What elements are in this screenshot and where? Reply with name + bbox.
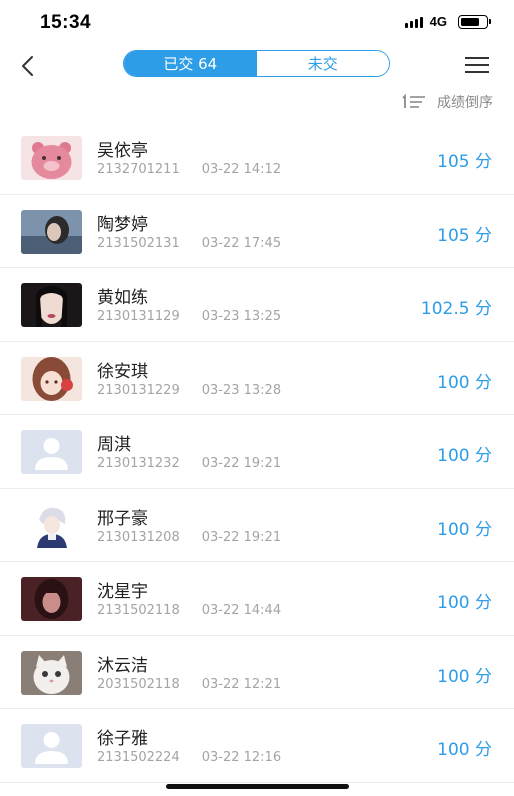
student-row[interactable]: 邢子豪 2130131208 03-22 19:21 100 分 [0, 489, 514, 562]
tab-not-submitted[interactable]: 未交 [256, 51, 389, 76]
submit-time: 03-22 17:45 [201, 235, 282, 251]
student-row[interactable]: 沈星宇 2131502118 03-22 14:44 100 分 [0, 562, 514, 636]
student-name: 黄如练 [97, 288, 148, 308]
student-score: 100 分 [437, 446, 492, 466]
student-name: 吴依亭 [97, 141, 148, 161]
student-list: 吴依亭 2132701211 03-22 14:12 105 分 陶梦婷 2131… [0, 121, 514, 783]
avatar [21, 283, 82, 327]
student-meta: 2031502118 03-22 12:21 [97, 677, 281, 692]
student-name: 陶梦婷 [97, 214, 148, 235]
student-id: 2130131129 [97, 309, 180, 324]
student-row[interactable]: 沐云洁 2031502118 03-22 12:21 100 分 [0, 636, 514, 709]
student-row[interactable]: 周淇 2130131232 03-22 19:21 100 分 [0, 415, 514, 489]
avatar [21, 650, 82, 695]
sort-label: 成绩倒序 [437, 95, 493, 111]
submit-time: 03-22 19:21 [201, 529, 282, 545]
avatar [21, 503, 82, 548]
student-name: 沈星宇 [97, 582, 148, 602]
student-meta: 2131502131 03-22 17:45 [97, 236, 281, 251]
network-type: 4G [429, 14, 447, 29]
student-score: 100 分 [437, 593, 492, 613]
hamburger-menu-icon[interactable] [462, 54, 492, 76]
student-id: 2031502118 [97, 676, 180, 692]
submit-time: 03-22 14:44 [201, 603, 282, 618]
student-id: 2130131232 [97, 456, 180, 471]
student-id: 2132701211 [97, 162, 180, 177]
submit-time: 03-22 12:21 [201, 676, 282, 692]
status-indicators: 4G [404, 14, 491, 29]
submission-tabs: 已交 64 未交 [123, 50, 390, 77]
student-score: 100 分 [437, 519, 492, 540]
student-id: 2131502224 [97, 750, 180, 765]
nav-bar: 已交 64 未交 [0, 46, 514, 86]
student-row[interactable]: 吴依亭 2132701211 03-22 14:12 105 分 [0, 121, 514, 195]
status-time: 15:34 [40, 12, 92, 33]
student-meta: 2130131208 03-22 19:21 [97, 530, 281, 545]
avatar [21, 724, 82, 768]
battery-level [461, 17, 480, 26]
sort-control[interactable]: 成绩倒序 [401, 92, 493, 112]
battery-icon [458, 14, 491, 29]
student-id: 2131502131 [97, 235, 180, 251]
student-score: 100 分 [437, 740, 492, 760]
avatar [21, 356, 82, 401]
student-id: 2130131208 [97, 529, 180, 545]
student-score: 100 分 [437, 372, 492, 393]
student-row[interactable]: 黄如练 2130131129 03-23 13:25 102.5 分 [0, 268, 514, 342]
chevron-left-icon[interactable] [14, 50, 44, 80]
status-bar: 15:34 4G [0, 0, 514, 46]
avatar [21, 209, 82, 254]
student-meta: 2131502118 03-22 14:44 [97, 603, 281, 618]
home-indicator [166, 784, 349, 789]
student-score: 102.5 分 [420, 299, 492, 319]
student-id: 2130131229 [97, 382, 180, 398]
student-name: 邢子豪 [97, 508, 148, 529]
tab-submitted[interactable]: 已交 64 [124, 51, 257, 76]
avatar [21, 136, 82, 180]
avatar [21, 577, 82, 621]
student-name: 徐子雅 [97, 729, 148, 749]
student-name: 沐云洁 [97, 655, 148, 676]
student-meta: 2130131129 03-23 13:25 [97, 309, 281, 324]
student-meta: 2132701211 03-22 14:12 [97, 162, 281, 177]
submit-time: 03-22 19:21 [201, 456, 282, 471]
student-row[interactable]: 徐子雅 2131502224 03-22 12:16 100 分 [0, 709, 514, 783]
signal-strength-icon [404, 16, 423, 28]
student-meta: 2131502224 03-22 12:16 [97, 750, 281, 765]
student-meta: 2130131229 03-23 13:28 [97, 383, 281, 398]
submit-time: 03-23 13:25 [201, 309, 282, 324]
student-id: 2131502118 [97, 603, 180, 618]
student-meta: 2130131232 03-22 19:21 [97, 456, 281, 471]
avatar [21, 430, 82, 474]
student-name: 徐安琪 [97, 361, 148, 382]
submit-time: 03-22 14:12 [201, 162, 282, 177]
student-score: 105 分 [437, 225, 492, 246]
submit-time: 03-23 13:28 [201, 382, 282, 398]
student-row[interactable]: 陶梦婷 2131502131 03-22 17:45 105 分 [0, 195, 514, 268]
student-score: 105 分 [437, 152, 492, 172]
sort-descending-icon [402, 94, 425, 108]
student-row[interactable]: 徐安琪 2130131229 03-23 13:28 100 分 [0, 342, 514, 415]
submit-time: 03-22 12:16 [201, 750, 282, 765]
student-name: 周淇 [97, 435, 131, 455]
student-score: 100 分 [437, 666, 492, 687]
